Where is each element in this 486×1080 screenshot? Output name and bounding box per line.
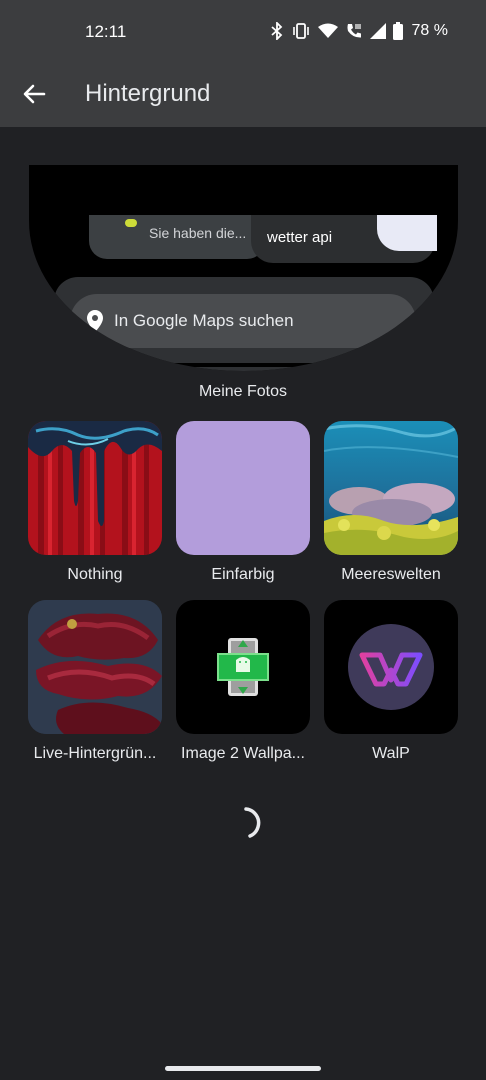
loading-spinner-icon <box>244 807 261 838</box>
category-tile-walp[interactable] <box>324 600 458 734</box>
status-bar: 12:11 78 % <box>0 0 486 60</box>
notification-chip: Sie haben die... <box>89 215 265 259</box>
home-indicator[interactable] <box>165 1066 321 1071</box>
status-time: 12:11 <box>85 22 127 41</box>
notification-dot <box>125 219 137 227</box>
back-button[interactable] <box>20 80 48 108</box>
category-tile-live-wallpapers[interactable] <box>28 600 162 734</box>
widget-chip: wetter api <box>251 215 437 263</box>
walp-app-icon <box>348 624 434 710</box>
widget-thumbnail <box>377 215 437 251</box>
wallpaper-preview: Sie haben die... wetter api In Google Ma… <box>29 165 458 371</box>
arrow-back-icon <box>23 84 46 104</box>
maps-search-bar: In Google Maps suchen <box>70 294 416 348</box>
maps-search-placeholder: In Google Maps suchen <box>114 311 294 330</box>
category-tile-solid-color[interactable] <box>176 421 310 555</box>
maps-search-card: In Google Maps suchen <box>54 277 434 363</box>
category-label: Nothing <box>67 566 123 583</box>
category-label: Live-Hintergrün... <box>33 745 157 762</box>
maps-quick-actions <box>54 367 434 371</box>
battery-percentage: 78 % <box>411 22 448 39</box>
category-tile-ocean[interactable] <box>324 421 458 555</box>
wifi-calling-icon <box>347 24 361 38</box>
notification-chip-text: Sie haben die... <box>149 225 247 241</box>
bluetooth-icon <box>270 22 282 40</box>
app-bar: Hintergrund <box>0 60 486 127</box>
nothing-wallpaper-thumbnail <box>28 421 162 555</box>
category-label: Einfarbig <box>211 566 275 583</box>
status-icons: 78 % <box>270 20 448 42</box>
category-label: Meereswelten <box>341 566 441 583</box>
underwater-reef-thumbnail <box>324 421 458 555</box>
widget-chip-text: wetter api <box>267 229 333 246</box>
battery-icon <box>392 22 403 40</box>
my-photos-link[interactable]: Meine Fotos <box>0 383 486 401</box>
image-2-wallpaper-app-icon <box>217 638 269 696</box>
category-label: Image 2 Wallpa... <box>181 745 305 762</box>
page-title: Hintergrund <box>85 80 211 107</box>
vibrate-icon <box>292 23 309 39</box>
signal-icon <box>369 23 386 39</box>
location-pin-icon <box>87 310 103 332</box>
red-flower-thumbnail <box>28 600 162 734</box>
category-label: WalP <box>372 745 410 762</box>
category-tile-nothing[interactable] <box>28 421 162 555</box>
category-tile-image-2-wallpaper[interactable] <box>176 600 310 734</box>
wifi-icon <box>317 23 338 38</box>
